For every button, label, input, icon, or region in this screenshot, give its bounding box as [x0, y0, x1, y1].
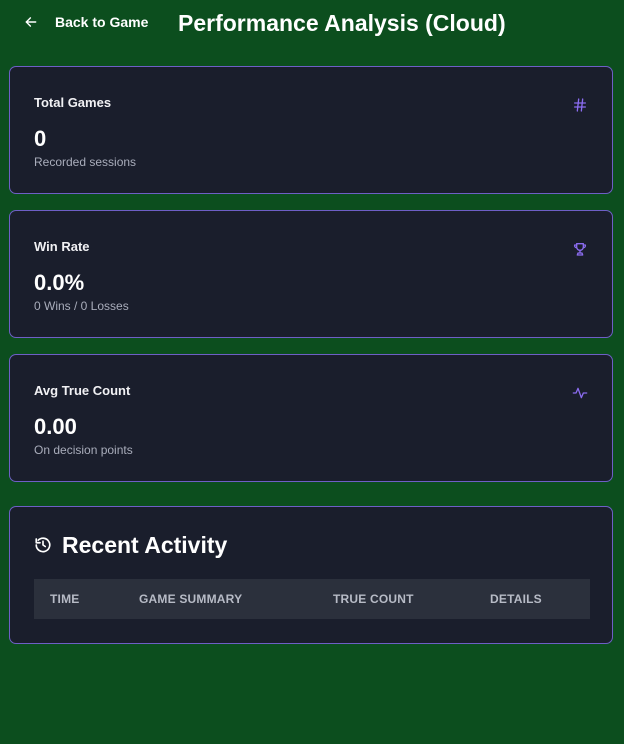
arrow-left-icon — [25, 17, 37, 27]
page-title: Performance Analysis (Cloud) — [178, 10, 506, 36]
trophy-icon — [572, 241, 588, 257]
avg-true-count-card: Avg True Count 0.00 On decision points — [9, 354, 613, 482]
stat-label: Total Games — [34, 95, 112, 110]
stat-value: 0.00 — [34, 414, 77, 439]
column-header-details: DETAILS — [490, 592, 542, 606]
hash-icon — [572, 97, 588, 113]
back-to-game-button[interactable]: Back to Game — [24, 12, 148, 32]
stat-subtext: Recorded sessions — [34, 155, 137, 169]
history-icon — [35, 537, 51, 553]
stat-value: 0.0% — [34, 270, 85, 295]
recent-activity-header: Recent Activity — [34, 531, 227, 559]
win-rate-card: Win Rate 0.0% 0 Wins / 0 Losses — [9, 210, 613, 338]
recent-activity-title: Recent Activity — [62, 532, 228, 558]
stat-subtext: On decision points — [34, 443, 133, 457]
activity-icon — [572, 385, 588, 401]
stat-label: Win Rate — [34, 239, 90, 254]
page-header: Back to Game Performance Analysis (Cloud… — [0, 0, 624, 48]
stat-value: 0 — [34, 126, 47, 151]
back-to-game-label: Back to Game — [55, 14, 149, 30]
column-header-game-summary: GAME SUMMARY — [139, 592, 243, 606]
total-games-card: Total Games 0 Recorded sessions — [9, 66, 613, 194]
activity-table-header: TIME GAME SUMMARY TRUE COUNT DETAILS — [34, 579, 590, 619]
column-header-time: TIME — [50, 592, 80, 606]
stat-label: Avg True Count — [34, 383, 131, 398]
column-header-true-count: TRUE COUNT — [333, 592, 414, 606]
stat-subtext: 0 Wins / 0 Losses — [34, 299, 129, 313]
recent-activity-card: Recent Activity TIME GAME SUMMARY TRUE C… — [9, 506, 613, 644]
